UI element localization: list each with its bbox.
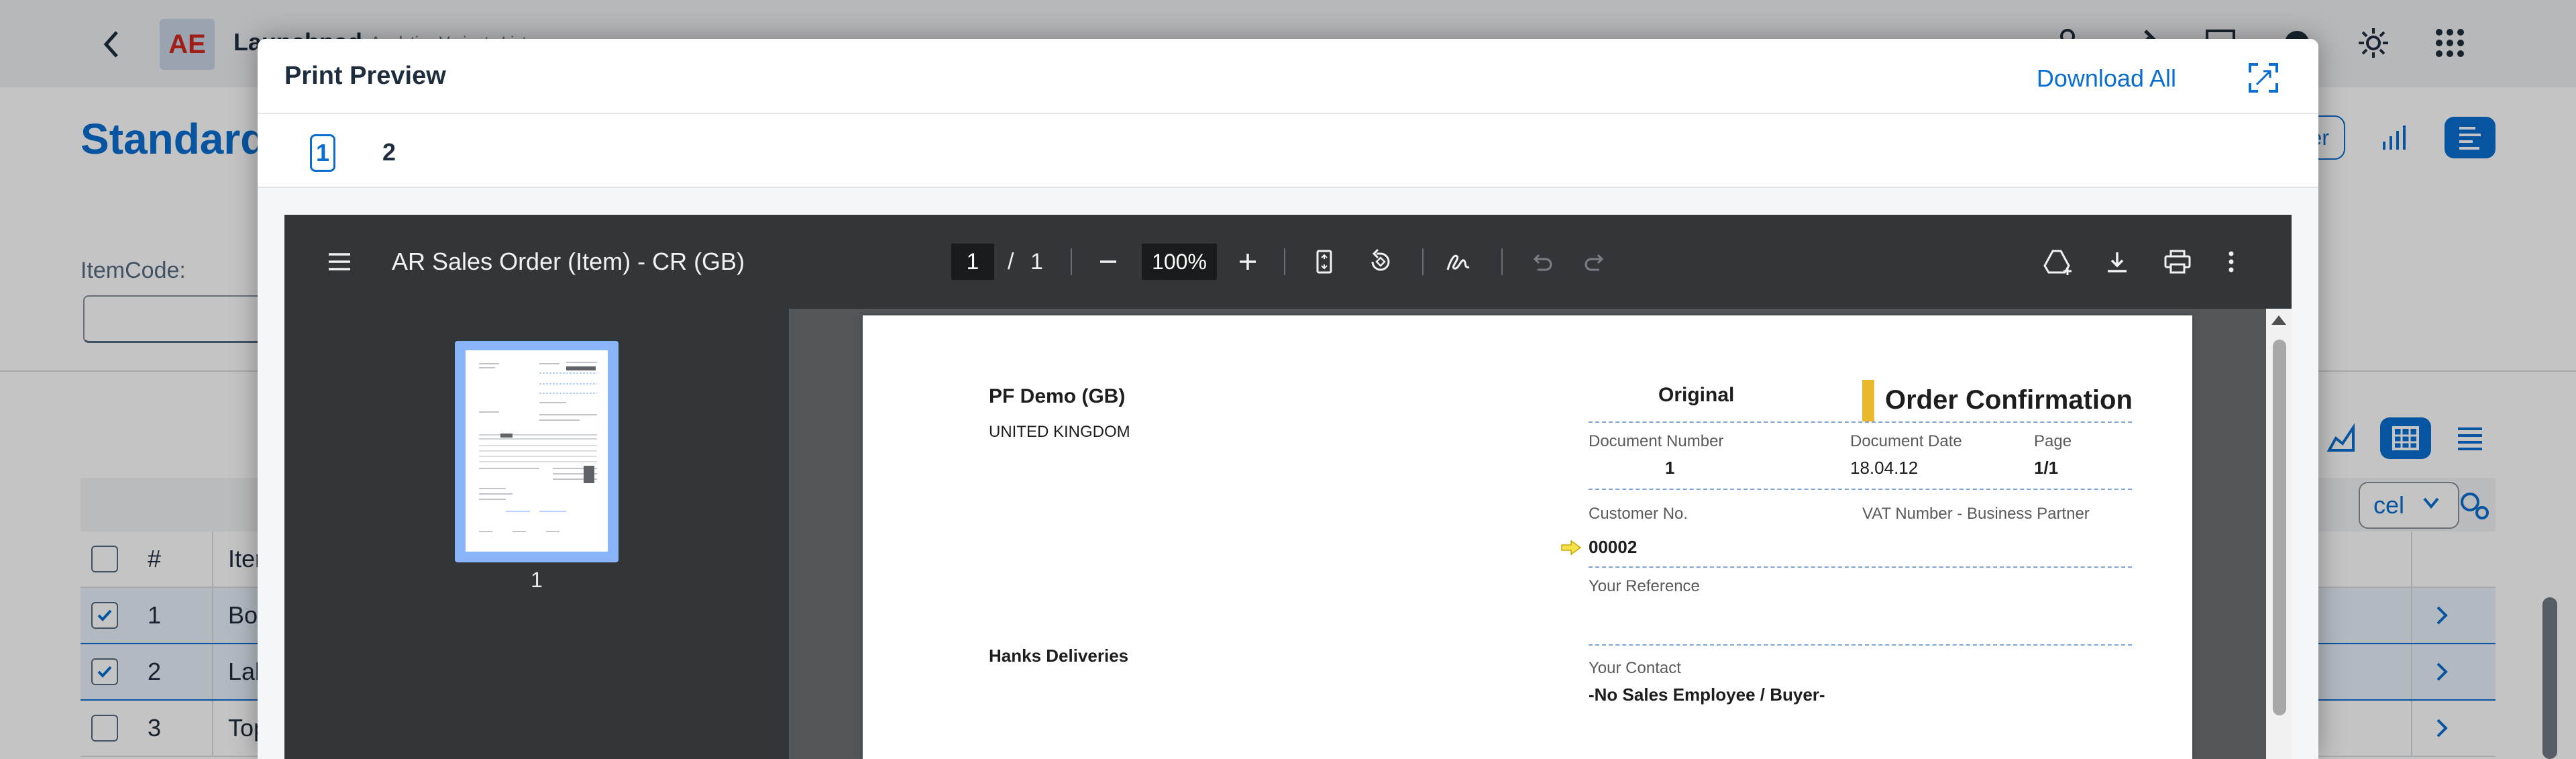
more-options-icon[interactable] (2224, 215, 2238, 309)
download-all-button[interactable]: Download All (2037, 64, 2176, 93)
vat-number-label: VAT Number - Business Partner (1862, 505, 2090, 523)
page-value: 1/1 (2034, 458, 2059, 478)
arrow-right-icon (1560, 540, 1582, 556)
company-name: PF Demo (GB) (989, 385, 1126, 407)
document-number-label: Document Number (1589, 432, 1724, 450)
pdf-document-title: AR Sales Order (Item) - CR (GB) (392, 248, 745, 275)
annotate-icon[interactable] (1444, 215, 1473, 309)
tab-page-1[interactable]: 1 (310, 134, 336, 172)
pdf-scrollbar[interactable] (2266, 309, 2292, 759)
save-to-drive-icon[interactable] (2042, 215, 2074, 309)
page-tabs: 1 2 (258, 114, 2318, 259)
redo-icon[interactable] (1582, 215, 1609, 309)
thumbnail-page-label: 1 (531, 568, 543, 592)
scroll-thumb[interactable] (2273, 340, 2286, 715)
fit-page-icon[interactable] (1311, 215, 1338, 309)
zoom-in-icon[interactable] (1234, 215, 1261, 309)
your-contact-label: Your Contact (1589, 659, 1681, 677)
customer-no-label: Customer No. (1589, 505, 1688, 523)
page-label: Page (2034, 432, 2072, 450)
pdf-page: PF Demo (GB) UNITED KINGDOM Original Ord… (863, 315, 2192, 759)
dialog-header: Print Preview Download All (258, 39, 2318, 114)
print-icon[interactable] (2163, 215, 2192, 309)
thumbnail-sidebar: 1 (284, 309, 790, 759)
total-pages: 1 (1030, 248, 1043, 274)
your-reference-label: Your Reference (1589, 577, 1700, 595)
company-country: UNITED KINGDOM (989, 423, 1130, 441)
undo-icon[interactable] (1528, 215, 1555, 309)
fullscreen-icon[interactable] (2247, 62, 2279, 94)
document-number: 1 (1665, 458, 1675, 478)
page-thumbnail[interactable] (455, 341, 619, 562)
document-date-label: Document Date (1850, 432, 1962, 450)
rotate-icon[interactable] (1366, 215, 1395, 309)
your-contact: -No Sales Employee / Buyer- (1589, 685, 1825, 705)
zoom-input[interactable]: 100% (1142, 244, 1217, 280)
tab-page-2[interactable]: 2 (382, 138, 396, 166)
download-icon[interactable] (2104, 215, 2131, 309)
menu-icon[interactable] (326, 215, 353, 309)
page-separator: / (1008, 248, 1014, 274)
copy-type: Original (1658, 384, 1735, 406)
thumbnail-preview (466, 350, 608, 552)
dialog-title: Print Preview (284, 62, 446, 90)
customer-no: 00002 (1589, 537, 1638, 557)
title-accent-bar (1862, 380, 1874, 421)
pdf-toolbar: AR Sales Order (Item) - CR (GB) 1 / 1 10… (284, 215, 2292, 309)
scroll-up-arrow-icon[interactable] (2271, 315, 2286, 325)
page-number-input[interactable]: 1 (951, 244, 994, 280)
ship-to-name: Hanks Deliveries (989, 646, 1129, 666)
document-title: Order Confirmation (1885, 385, 2133, 415)
zoom-out-icon[interactable] (1095, 215, 1122, 309)
document-date: 18.04.12 (1850, 458, 1919, 478)
